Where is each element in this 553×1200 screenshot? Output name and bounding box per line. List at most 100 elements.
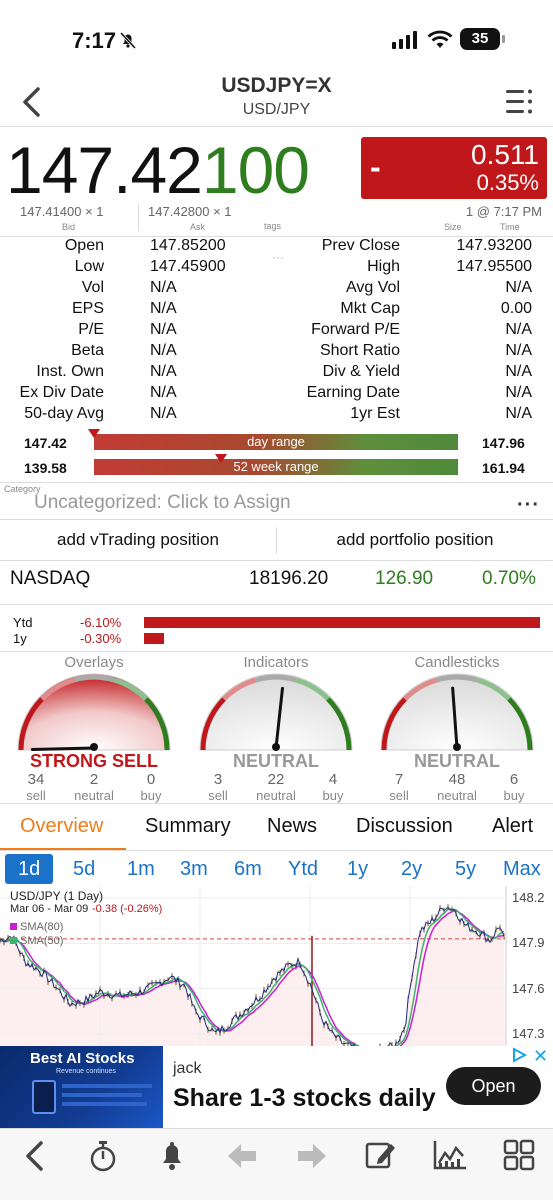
- price-main: 147.42: [6, 133, 203, 207]
- bottom-toolbar: [0, 1128, 553, 1200]
- ask-value: 147.42800 × 1: [148, 204, 232, 219]
- stat-value: N/A: [505, 279, 532, 296]
- divider: [0, 560, 553, 561]
- ad-close-icon[interactable]: ✕: [533, 1046, 548, 1067]
- symbol-title: USDJPY=X: [221, 74, 332, 97]
- week52-range-label: 52 week range: [233, 459, 319, 474]
- gauge-result: STRONG SELL: [29, 751, 158, 771]
- stat-value: N/A: [505, 342, 532, 359]
- day-range-high: 147.96: [482, 435, 525, 451]
- menu-icon[interactable]: [505, 87, 535, 117]
- stat-value: 0.00: [500, 300, 532, 317]
- perf-bar: [144, 617, 540, 628]
- gauge-buy-label: buy: [140, 788, 162, 803]
- signal-icon: [392, 31, 420, 49]
- add-vtrading-button[interactable]: add vTrading position: [0, 521, 276, 559]
- stat-row: Ex Div Date N/A Earning Date N/A: [0, 384, 553, 405]
- gauge-needle: [30, 746, 96, 752]
- chart-change-text: -0.38 (-0.26%): [92, 903, 163, 915]
- price-tail: 100: [201, 133, 310, 207]
- more-dots: ···: [272, 250, 284, 264]
- gauge-hub: [90, 743, 98, 751]
- gauge-sell-label: sell: [26, 788, 46, 803]
- tab-news[interactable]: News: [267, 815, 317, 838]
- index-name[interactable]: NASDAQ: [10, 568, 90, 590]
- index-percent: 0.70%: [482, 568, 536, 589]
- toolbar-back-icon[interactable]: [20, 1140, 48, 1172]
- wifi-icon: [427, 30, 453, 50]
- divider: [0, 651, 553, 652]
- alert-bell-icon[interactable]: [157, 1139, 187, 1173]
- tags-label[interactable]: tags: [264, 221, 281, 231]
- tab-overview[interactable]: Overview: [20, 815, 103, 838]
- perf-bar: [144, 633, 164, 644]
- stat-value: N/A: [505, 384, 532, 401]
- gauge-neutral-count: 2: [89, 771, 99, 788]
- category-value[interactable]: Uncategorized: Click to Assign: [34, 492, 291, 514]
- phone-image-icon: [32, 1080, 56, 1114]
- period-6m[interactable]: 6m: [234, 854, 262, 884]
- ad-decor-line: [62, 1084, 152, 1088]
- ad-image[interactable]: Best AI Stocks Revenue continues: [0, 1046, 163, 1128]
- gauge-buy-count: 0: [146, 771, 156, 788]
- ad-headline[interactable]: Share 1-3 stocks daily: [173, 1084, 436, 1113]
- gauge-hub: [453, 743, 461, 751]
- timer-icon[interactable]: [88, 1139, 118, 1173]
- stat-row: 50-day Avg N/A 1yr Est N/A: [0, 405, 553, 426]
- ad-advertiser: jack: [173, 1060, 202, 1077]
- period-5y[interactable]: 5y: [455, 854, 476, 884]
- gauge-title: Indicators: [243, 654, 309, 671]
- edit-note-icon[interactable]: [364, 1139, 396, 1171]
- tab-alert[interactable]: Alert: [492, 815, 533, 838]
- chart-icon[interactable]: [433, 1139, 467, 1171]
- period-ytd[interactable]: Ytd: [288, 854, 318, 884]
- divider: [0, 519, 553, 520]
- gauge-neutral-label: neutral: [74, 788, 114, 803]
- period-max[interactable]: Max: [503, 854, 541, 884]
- stat-row: Beta N/A Short Ratio N/A: [0, 342, 553, 363]
- stat-value: N/A: [505, 405, 532, 422]
- add-portfolio-button[interactable]: add portfolio position: [277, 521, 553, 559]
- gauge-title: Overlays: [64, 654, 124, 671]
- perf-value: -6.10%: [80, 615, 122, 630]
- period-5d[interactable]: 5d: [73, 854, 95, 884]
- next-arrow-icon[interactable]: [296, 1141, 328, 1171]
- gauge-buy-count: 4: [328, 771, 338, 788]
- gauge-dial[interactable]: [14, 672, 174, 752]
- ad-open-button[interactable]: Open: [446, 1067, 541, 1105]
- period-3m[interactable]: 3m: [180, 854, 208, 884]
- symbol-name: USD/JPY: [242, 101, 311, 118]
- ad-choices-icon[interactable]: [512, 1047, 528, 1063]
- divider: [0, 126, 553, 127]
- y-tick-label: 147.3: [512, 1025, 545, 1041]
- period-1d[interactable]: 1d: [5, 854, 54, 884]
- gauge-neutral-count: 22: [267, 771, 285, 788]
- tab-discussion[interactable]: Discussion: [356, 815, 453, 838]
- bid-label: Bid: [62, 222, 76, 232]
- gauge-dial[interactable]: [196, 672, 356, 752]
- gauge-buy-label: buy: [503, 788, 525, 803]
- gauge-buy-label: buy: [322, 788, 344, 803]
- stat-row: P/E N/A Forward P/E N/A: [0, 321, 553, 342]
- index-change: 126.90: [375, 568, 434, 589]
- divider: [0, 482, 553, 483]
- battery-tip: [502, 35, 505, 43]
- ad-decor-line: [62, 1102, 147, 1106]
- stat-row: Inst. Own N/A Div & Yield N/A: [0, 363, 553, 384]
- gauge-dial[interactable]: [377, 672, 537, 752]
- prev-arrow-icon[interactable]: [226, 1141, 258, 1171]
- period-1m[interactable]: 1m: [127, 854, 155, 884]
- gauge-neutral-label: neutral: [256, 788, 296, 803]
- category-more-icon[interactable]: ···: [517, 494, 540, 517]
- divider: [0, 604, 553, 605]
- ad-banner[interactable]: Best AI Stocks Revenue continues jack Sh…: [0, 1046, 553, 1128]
- grid-apps-icon[interactable]: [503, 1139, 535, 1171]
- period-2y[interactable]: 2y: [401, 854, 422, 884]
- perf-label: 1y: [13, 631, 27, 646]
- tab-summary[interactable]: Summary: [145, 815, 231, 838]
- gauge-title: Candlesticks: [414, 654, 500, 671]
- week52-low: 139.58: [24, 460, 67, 476]
- period-1y[interactable]: 1y: [347, 854, 368, 884]
- sma50-label: SMA(50): [20, 935, 64, 947]
- week52-range-marker: [215, 454, 228, 463]
